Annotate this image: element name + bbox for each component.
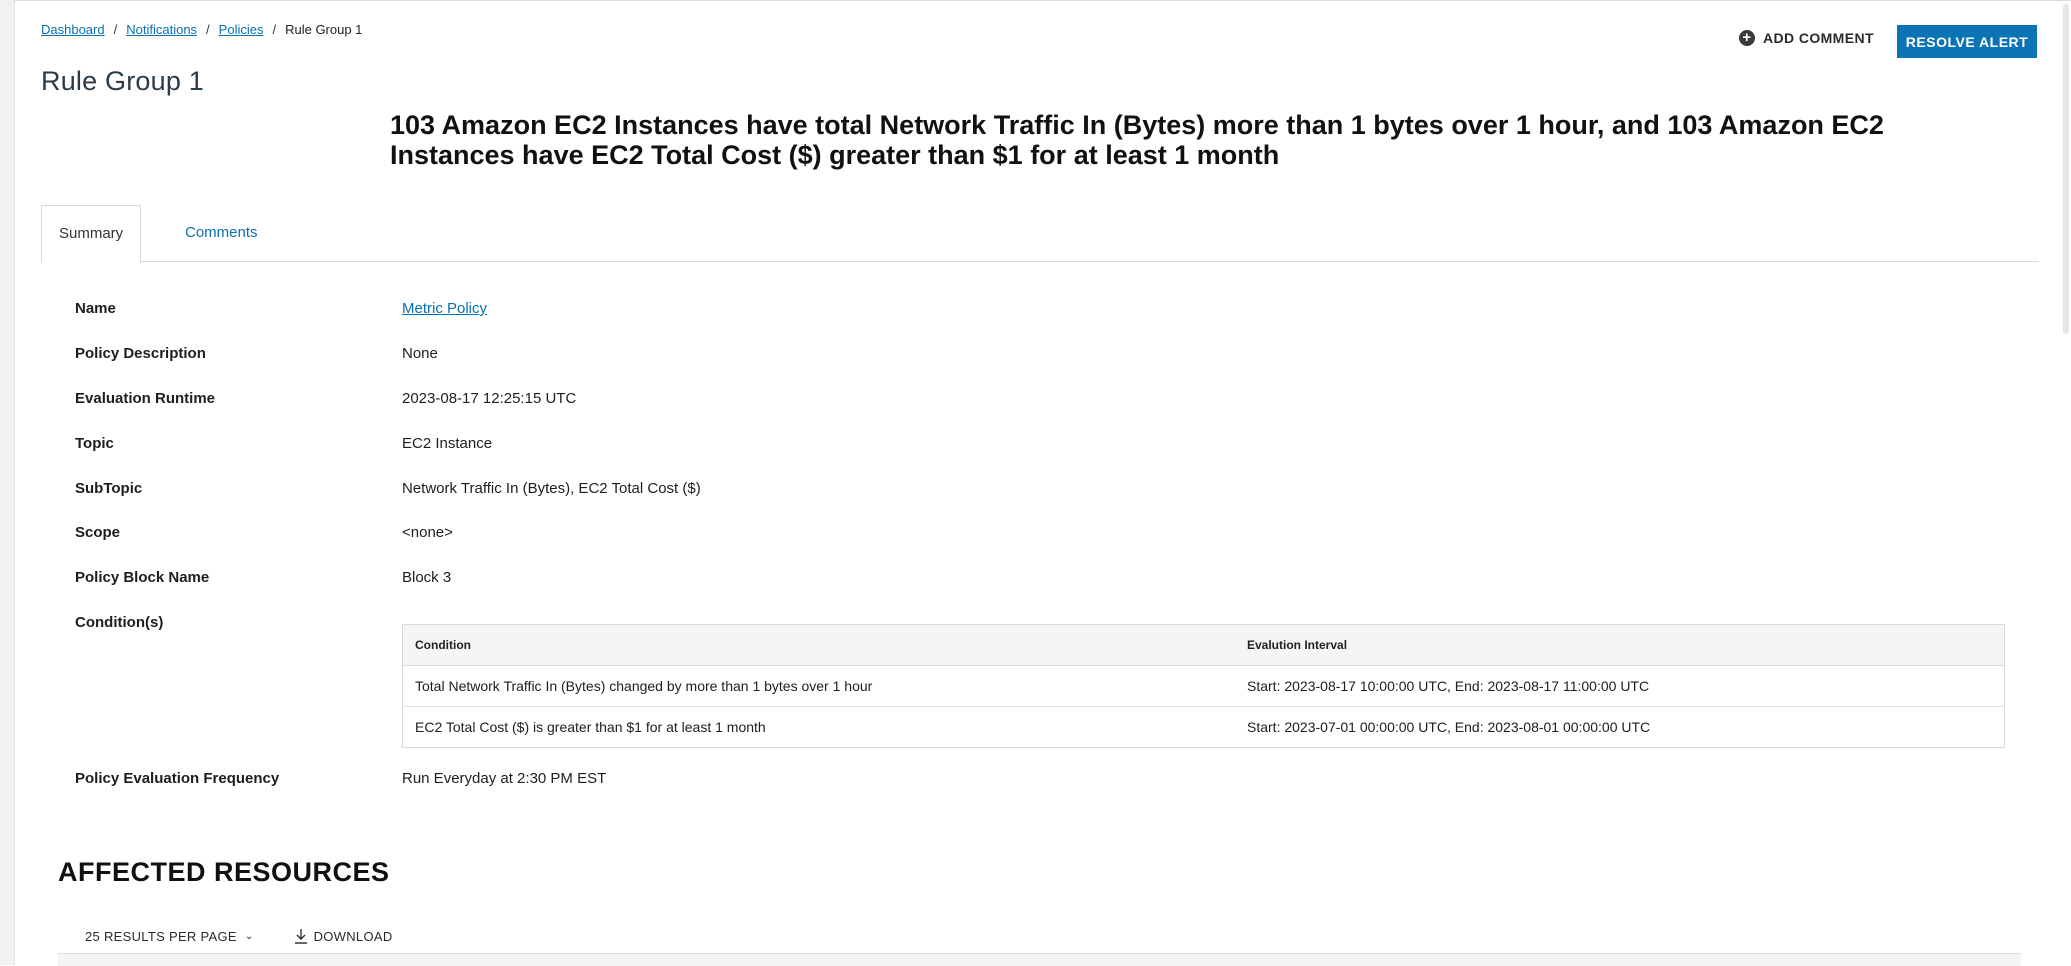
detail-value: Block 3	[402, 569, 452, 586]
policy-name-link[interactable]: Metric Policy	[402, 300, 487, 317]
alert-summary: 103 Amazon EC2 Instances have total Netw…	[390, 110, 1884, 170]
download-icon	[294, 929, 307, 944]
breadcrumb-separator: /	[113, 22, 118, 37]
detail-value: Network Traffic In (Bytes), EC2 Total Co…	[402, 480, 701, 497]
condition-cell: EC2 Total Cost ($) is greater than $1 fo…	[402, 706, 1235, 748]
chevron-down-icon: ⌄	[244, 930, 254, 942]
tab-bar: Summary Comments	[41, 205, 2039, 263]
detail-label: SubTopic	[75, 480, 143, 497]
page-title: Rule Group 1	[41, 66, 204, 96]
table-row: Total Network Traffic In (Bytes) changed…	[402, 665, 2005, 707]
resources-table-header	[58, 953, 2021, 966]
scrollbar[interactable]	[2063, 4, 2069, 334]
breadcrumb-separator: /	[206, 22, 210, 37]
download-label: DOWNLOAD	[313, 928, 393, 944]
resolve-alert-button[interactable]: RESOLVE ALERT	[1897, 25, 2037, 58]
detail-value: None	[402, 345, 438, 362]
results-toolbar: 25 RESULTS PER PAGE ⌄ DOWNLOAD	[85, 928, 393, 944]
detail-label: Evaluation Runtime	[75, 390, 216, 407]
breadcrumb-dashboard-link[interactable]: Dashboard	[41, 22, 105, 37]
plus-circle-icon: +	[1739, 30, 1755, 46]
conditions-table: Condition Evalution Interval Total Netwo…	[402, 624, 2005, 748]
column-header-evaluation-interval: Evalution Interval	[1235, 624, 2005, 666]
detail-value: <none>	[402, 524, 453, 541]
tab-summary[interactable]: Summary	[41, 205, 142, 263]
breadcrumb-current: Rule Group 1	[285, 22, 363, 37]
top-divider	[14, 0, 2071, 5]
detail-value: EC2 Instance	[402, 435, 493, 452]
breadcrumb: Dashboard / Notifications / Policies / R…	[41, 22, 362, 37]
detail-value: 2023-08-17 12:25:15 UTC	[402, 390, 577, 407]
detail-label: Scope	[75, 524, 121, 541]
detail-label: Policy Description	[75, 345, 206, 362]
table-header-row: Condition Evalution Interval	[402, 624, 2005, 666]
detail-value: Run Everyday at 2:30 PM EST	[402, 770, 607, 787]
add-comment-label: ADD COMMENT	[1763, 30, 1874, 46]
breadcrumb-notifications-link[interactable]: Notifications	[126, 22, 197, 37]
add-comment-button[interactable]: + ADD COMMENT	[1739, 30, 1874, 46]
detail-label: Policy Block Name	[75, 569, 210, 586]
results-per-page-dropdown[interactable]: 25 RESULTS PER PAGE ⌄	[85, 929, 254, 944]
tab-comments[interactable]: Comments	[168, 205, 275, 261]
breadcrumb-policies-link[interactable]: Policies	[219, 22, 264, 37]
condition-cell: Total Network Traffic In (Bytes) changed…	[402, 665, 1235, 707]
detail-label: Topic	[75, 435, 114, 452]
detail-label: Policy Evaluation Frequency	[75, 770, 280, 787]
left-rail	[0, 0, 15, 965]
table-row: EC2 Total Cost ($) is greater than $1 fo…	[402, 706, 2005, 748]
breadcrumb-separator: /	[272, 22, 277, 37]
results-per-page-label: 25 RESULTS PER PAGE	[85, 928, 237, 944]
interval-cell: Start: 2023-08-17 10:00:00 UTC, End: 202…	[1235, 665, 2005, 707]
interval-cell: Start: 2023-07-01 00:00:00 UTC, End: 202…	[1235, 706, 2005, 748]
download-button[interactable]: DOWNLOAD	[294, 928, 393, 944]
detail-label: Condition(s)	[75, 614, 164, 631]
detail-label: Name	[75, 300, 116, 317]
affected-resources-heading: AFFECTED RESOURCES	[58, 857, 390, 887]
column-header-condition: Condition	[402, 624, 1235, 666]
